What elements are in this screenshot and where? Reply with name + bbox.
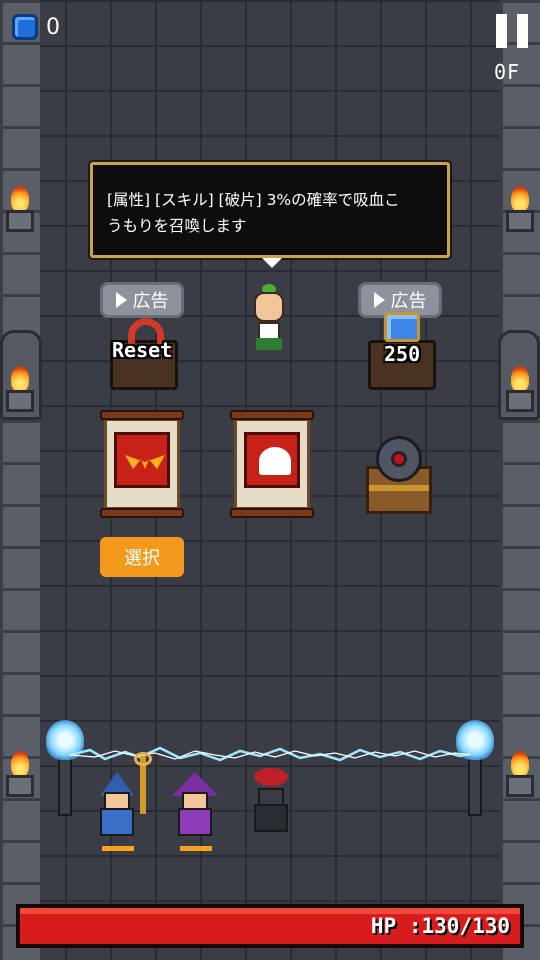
reset-label: Reset	[112, 338, 173, 362]
torch-icon	[0, 180, 40, 250]
staff-ornament-icon	[134, 752, 152, 766]
ad-label: 広告	[390, 291, 427, 312]
blue-flame-lamp	[44, 720, 84, 830]
ad-reset-button[interactable]: 広告	[100, 282, 184, 318]
torch-icon	[500, 745, 540, 815]
merchant-npc	[248, 284, 290, 354]
ad-label: 広告	[132, 291, 169, 312]
torch-icon	[500, 180, 540, 250]
hero-knight[interactable]	[248, 768, 294, 834]
torch-icon	[500, 360, 540, 430]
hero-status-bar	[180, 846, 212, 851]
right-wall	[500, 0, 540, 960]
tooltip-line-1: [属性] [スキル] [破片] 3%の確率で吸血こ	[107, 191, 400, 209]
hero-priest[interactable]	[94, 772, 140, 851]
cannon-icon[interactable]	[376, 436, 422, 482]
hp-label: HP :130/130	[370, 914, 510, 938]
pause-icon	[496, 14, 507, 48]
play-icon	[115, 292, 127, 308]
skill-tooltip: [属性] [スキル] [破片] 3%の確率で吸血こ うもりを召喚します	[90, 162, 450, 258]
pause-button[interactable]	[496, 14, 528, 48]
hero-witch[interactable]	[172, 772, 218, 851]
gem-counter: 0	[12, 14, 60, 40]
ghost-scroll[interactable]	[230, 410, 314, 518]
gem-price: 250	[384, 342, 421, 366]
tooltip-pointer-icon	[262, 258, 282, 268]
bat-wings-icon	[125, 455, 165, 469]
play-icon	[373, 292, 385, 308]
gem-count: 0	[46, 14, 60, 40]
hp-bar: HP :130/130	[16, 904, 524, 948]
blue-flame-lamp	[454, 720, 494, 830]
torch-icon	[0, 745, 40, 815]
hero-status-bar	[102, 846, 134, 851]
torch-icon	[0, 360, 40, 430]
ghost-icon	[259, 447, 291, 475]
floor-label: 0F	[494, 60, 521, 84]
bat-wings-scroll[interactable]	[100, 410, 184, 518]
select-button[interactable]: 選択	[100, 537, 184, 577]
tooltip-line-2: うもりを召喚します	[107, 217, 247, 235]
gem-pile-icon	[384, 312, 420, 342]
left-wall	[0, 0, 40, 960]
lightning-barrier	[70, 746, 470, 762]
blue-gem-icon	[12, 14, 38, 40]
